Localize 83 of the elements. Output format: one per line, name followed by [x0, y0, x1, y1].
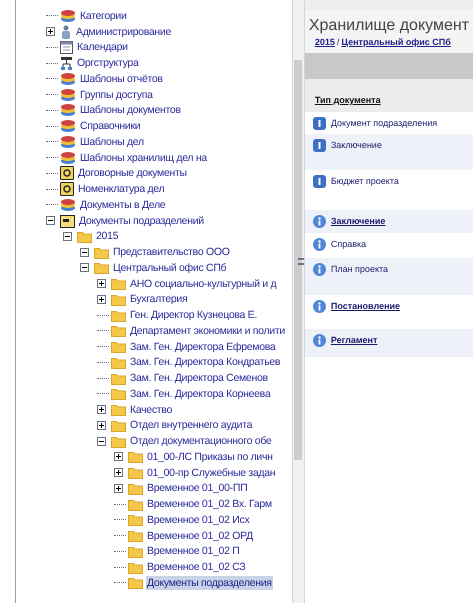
hierarchy-icon: [60, 56, 73, 70]
tree-item[interactable]: 01_00-ЛС Приказы по личн: [146, 450, 274, 464]
tree-item[interactable]: Департамент экономики и полити: [129, 324, 286, 338]
document-type: План проекта: [330, 262, 388, 276]
tree-item[interactable]: Представительство ООО: [112, 245, 231, 260]
tree-item[interactable]: Документы подразделения: [146, 576, 273, 590]
info-icon: [312, 214, 326, 228]
tree-item[interactable]: Администрирование: [75, 24, 172, 39]
layers-icon: [60, 150, 76, 165]
tree-item[interactable]: Временное 01_02 СЗ: [146, 560, 246, 574]
tree-item[interactable]: Временное 01_02 ОРД: [146, 528, 254, 543]
tree-item[interactable]: Договорные документы: [77, 166, 188, 180]
layers-icon: [60, 103, 76, 118]
tree-item[interactable]: Справочники: [79, 119, 142, 134]
collapse-toggle[interactable]: [97, 436, 106, 446]
layers-icon: [60, 72, 76, 86]
expand-toggle[interactable]: [97, 405, 106, 414]
layers-icon: [60, 198, 76, 212]
layers-icon: [60, 119, 76, 134]
tree-item[interactable]: Шаблоны дел: [79, 134, 145, 149]
info-icon: [312, 334, 326, 346]
expand-toggle[interactable]: [97, 279, 106, 288]
tree-item[interactable]: Бухгалтерия: [129, 292, 188, 306]
info-icon: [312, 238, 326, 250]
info-icon: [312, 116, 326, 130]
breadcrumb-link[interactable]: Центральный офис СПб: [341, 36, 451, 50]
tree-item[interactable]: Номенклатура дел: [77, 182, 166, 196]
tree-item[interactable]: Зам. Ген. Директора Корнеева: [129, 386, 272, 401]
tree-item[interactable]: Документы подразделений: [78, 214, 205, 228]
expand-toggle[interactable]: [97, 420, 106, 430]
tree-item[interactable]: 2015: [95, 229, 120, 244]
info-icon: [312, 138, 326, 152]
expand-toggle[interactable]: [97, 294, 106, 304]
collapse-toggle[interactable]: [46, 216, 55, 226]
tree-item[interactable]: Центральный офис СПб: [112, 260, 228, 275]
layers-icon: [60, 88, 76, 102]
expand-toggle[interactable]: [114, 484, 123, 493]
scrollbar[interactable]: [292, 0, 304, 603]
breadcrumb-separator: /: [336, 36, 340, 49]
tree-item[interactable]: Временное 01_02 Вх. Гарм: [146, 497, 273, 512]
column-header[interactable]: Тип документа: [314, 94, 381, 108]
tree-item[interactable]: Документы в Деле: [79, 198, 166, 212]
info-icon: [312, 174, 326, 188]
tree-item[interactable]: Ген. Директор Кузнецова Е.: [129, 308, 258, 322]
expand-toggle[interactable]: [46, 27, 55, 36]
page-title: Хранилище документ: [308, 16, 469, 36]
tree-item[interactable]: Временное 01_02 П: [146, 544, 240, 558]
tree-item[interactable]: Календари: [76, 40, 129, 54]
collapse-toggle[interactable]: [80, 248, 89, 257]
tree-item[interactable]: Шаблоны хранилищ дел на: [79, 150, 208, 165]
tree-item[interactable]: Шаблоны отчётов: [79, 72, 164, 86]
calendar-icon: [60, 40, 73, 54]
document-type: Заключение: [330, 138, 382, 152]
tree-item[interactable]: АНО социально-культурный и д: [129, 276, 278, 291]
tree-item[interactable]: Временное 01_02 Исх: [146, 512, 250, 527]
document-type-link[interactable]: Заключение: [330, 214, 386, 228]
tree-item[interactable]: Группы доступа: [79, 88, 154, 102]
info-icon: [312, 300, 326, 312]
tree-item[interactable]: 01_00-пр Служебные задан: [146, 466, 276, 480]
tree-item[interactable]: Оргструктура: [76, 56, 140, 70]
tree-item[interactable]: Зам. Ген. Директора Семенов: [129, 371, 269, 386]
tree-item[interactable]: Шаблоны документов: [79, 103, 182, 118]
document-type: Бюджет проекта: [330, 174, 399, 188]
tree-item[interactable]: Отдел внутреннего аудита: [129, 418, 254, 432]
layers-icon: [60, 8, 76, 23]
person-icon: [60, 24, 72, 39]
document-type-link[interactable]: Регламент: [330, 334, 378, 347]
document-type: Справка: [330, 238, 366, 251]
info-icon: [312, 262, 326, 276]
layers-icon: [60, 134, 76, 149]
tree-item[interactable]: Зам. Ген. Директора Ефремова: [129, 340, 276, 354]
tree-item[interactable]: Отдел документационного обе: [129, 434, 272, 448]
tree-item[interactable]: Качество: [129, 402, 173, 417]
collapse-toggle[interactable]: [63, 232, 72, 241]
document-type-link[interactable]: Постановление: [330, 300, 400, 313]
document-type: Документ подразделения: [330, 116, 438, 130]
expand-toggle[interactable]: [114, 468, 123, 478]
tree-item[interactable]: Категории: [79, 8, 128, 23]
tree-item[interactable]: Временное 01_00-ПП: [146, 481, 248, 496]
collapse-toggle[interactable]: [80, 263, 89, 272]
breadcrumb-link[interactable]: 2015: [314, 36, 335, 50]
expand-toggle[interactable]: [114, 452, 123, 462]
tree-item[interactable]: Зам. Ген. Директора Кондратьев: [129, 355, 282, 370]
